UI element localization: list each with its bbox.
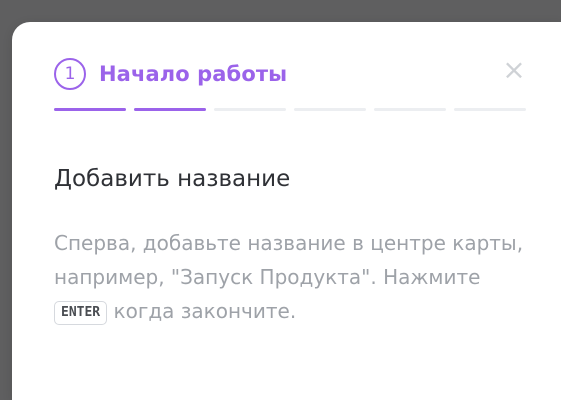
- progress-segment: [134, 108, 206, 111]
- progress-segment: [54, 108, 126, 111]
- enter-key-badge: ENTER: [54, 301, 108, 325]
- dialog-header: 1 Начало работы: [54, 54, 287, 94]
- progress-segment: [214, 108, 286, 111]
- progress-segment: [454, 108, 526, 111]
- step-description: Сперва, добавьте название в центре карты…: [54, 226, 532, 328]
- description-text-end: когда закончите.: [107, 299, 297, 323]
- onboarding-dialog: 1 Начало работы × Добавить название Спер…: [12, 22, 561, 400]
- progress-segment: [374, 108, 446, 111]
- progress-segment: [294, 108, 366, 111]
- dialog-title: Начало работы: [99, 62, 288, 86]
- description-text: Сперва, добавьте название в центре карты…: [54, 231, 524, 289]
- progress-bar: [54, 108, 526, 111]
- step-number-badge: 1: [54, 58, 86, 90]
- step-heading: Добавить название: [54, 166, 291, 192]
- close-icon[interactable]: ×: [502, 56, 526, 84]
